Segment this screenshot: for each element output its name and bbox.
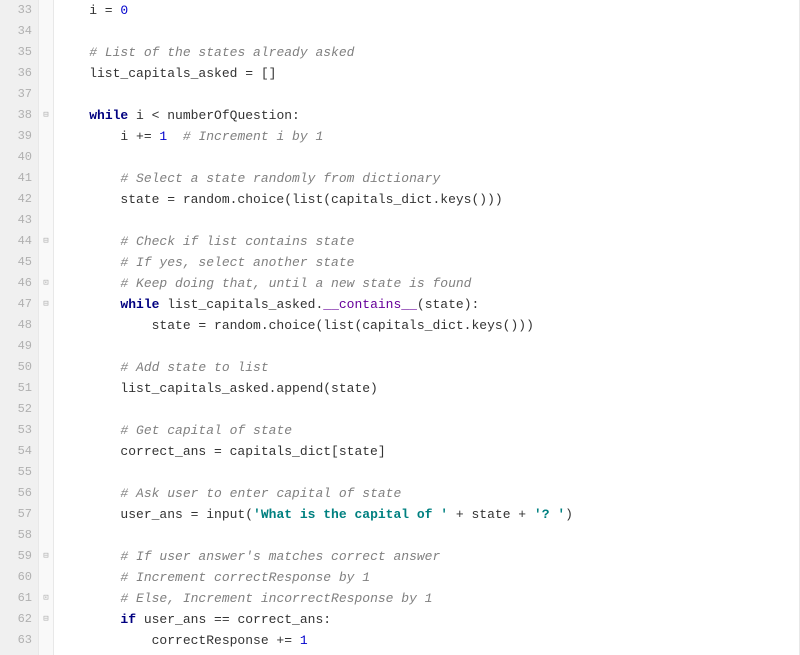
fold-marker [39, 42, 53, 63]
code-line[interactable]: state = random.choice(list(capitals_dict… [58, 315, 798, 336]
line-number-gutter: 3334353637383940414243444546474849505152… [0, 0, 39, 655]
code-line[interactable]: # Check if list contains state [58, 231, 798, 252]
code-line[interactable]: # If yes, select another state [58, 252, 798, 273]
line-number: 57 [4, 504, 32, 525]
fold-marker [39, 21, 53, 42]
line-number: 53 [4, 420, 32, 441]
line-number: 62 [4, 609, 32, 630]
code-line[interactable]: while list_capitals_asked.__contains__(s… [58, 294, 798, 315]
code-line[interactable]: list_capitals_asked = [] [58, 63, 798, 84]
code-line[interactable]: # Select a state randomly from dictionar… [58, 168, 798, 189]
line-number: 61 [4, 588, 32, 609]
line-number: 56 [4, 483, 32, 504]
fold-marker [39, 441, 53, 462]
code-line[interactable] [58, 462, 798, 483]
fold-marker [39, 483, 53, 504]
code-line[interactable] [58, 399, 798, 420]
fold-marker [39, 357, 53, 378]
fold-marker[interactable]: ⊟ [39, 105, 53, 126]
fold-marker [39, 462, 53, 483]
line-number: 50 [4, 357, 32, 378]
line-number: 60 [4, 567, 32, 588]
fold-marker [39, 189, 53, 210]
fold-marker [39, 420, 53, 441]
code-line[interactable]: list_capitals_asked.append(state) [58, 378, 798, 399]
fold-marker[interactable]: ⊡ [39, 588, 53, 609]
fold-marker [39, 567, 53, 588]
line-number: 40 [4, 147, 32, 168]
fold-marker[interactable]: ⊟ [39, 546, 53, 567]
code-line[interactable]: correctResponse += 1 [58, 630, 798, 651]
line-number: 59 [4, 546, 32, 567]
line-number: 41 [4, 168, 32, 189]
line-number: 33 [4, 0, 32, 21]
fold-marker [39, 147, 53, 168]
code-line[interactable]: # Ask user to enter capital of state [58, 483, 798, 504]
fold-gutter: ⊟⊟⊡⊟⊟⊡⊟ [39, 0, 54, 655]
code-line[interactable] [58, 525, 798, 546]
line-number: 36 [4, 63, 32, 84]
fold-marker [39, 63, 53, 84]
fold-marker [39, 0, 53, 21]
line-number: 46 [4, 273, 32, 294]
fold-marker [39, 336, 53, 357]
fold-marker[interactable]: ⊡ [39, 273, 53, 294]
code-editor: 3334353637383940414243444546474849505152… [0, 0, 800, 655]
code-line[interactable] [58, 336, 798, 357]
code-line[interactable]: correct_ans = capitals_dict[state] [58, 441, 798, 462]
line-number: 38 [4, 105, 32, 126]
fold-marker [39, 630, 53, 651]
line-number: 54 [4, 441, 32, 462]
fold-marker [39, 378, 53, 399]
code-line[interactable]: # Keep doing that, until a new state is … [58, 273, 798, 294]
fold-marker[interactable]: ⊟ [39, 231, 53, 252]
fold-marker [39, 126, 53, 147]
code-line[interactable]: if user_ans == correct_ans: [58, 609, 798, 630]
code-line[interactable]: # Add state to list [58, 357, 798, 378]
code-line[interactable] [58, 147, 798, 168]
line-number: 34 [4, 21, 32, 42]
code-line[interactable]: i = 0 [58, 0, 798, 21]
code-line[interactable] [58, 21, 798, 42]
line-number: 49 [4, 336, 32, 357]
fold-marker [39, 252, 53, 273]
line-number: 37 [4, 84, 32, 105]
fold-marker [39, 525, 53, 546]
fold-marker [39, 210, 53, 231]
line-number: 42 [4, 189, 32, 210]
line-number: 35 [4, 42, 32, 63]
fold-marker [39, 168, 53, 189]
line-number: 63 [4, 630, 32, 651]
code-line[interactable] [58, 210, 798, 231]
line-number: 45 [4, 252, 32, 273]
code-area[interactable]: i = 0 # List of the states already asked… [54, 0, 798, 655]
line-number: 52 [4, 399, 32, 420]
fold-marker[interactable]: ⊟ [39, 609, 53, 630]
line-number: 47 [4, 294, 32, 315]
line-number: 44 [4, 231, 32, 252]
fold-marker [39, 504, 53, 525]
code-line[interactable]: state = random.choice(list(capitals_dict… [58, 189, 798, 210]
code-line[interactable]: user_ans = input('What is the capital of… [58, 504, 798, 525]
code-line[interactable] [58, 84, 798, 105]
line-number: 48 [4, 315, 32, 336]
line-number: 55 [4, 462, 32, 483]
code-line[interactable]: while i < numberOfQuestion: [58, 105, 798, 126]
fold-marker [39, 315, 53, 336]
code-line[interactable]: i += 1 # Increment i by 1 [58, 126, 798, 147]
line-number: 58 [4, 525, 32, 546]
code-line[interactable]: # Else, Increment incorrectResponse by 1 [58, 588, 798, 609]
fold-marker [39, 84, 53, 105]
line-number: 39 [4, 126, 32, 147]
line-number: 51 [4, 378, 32, 399]
fold-marker[interactable]: ⊟ [39, 294, 53, 315]
code-line[interactable]: # If user answer's matches correct answe… [58, 546, 798, 567]
fold-marker [39, 399, 53, 420]
line-number: 43 [4, 210, 32, 231]
code-line[interactable]: # Get capital of state [58, 420, 798, 441]
code-line[interactable]: # Increment correctResponse by 1 [58, 567, 798, 588]
code-line[interactable]: # List of the states already asked [58, 42, 798, 63]
